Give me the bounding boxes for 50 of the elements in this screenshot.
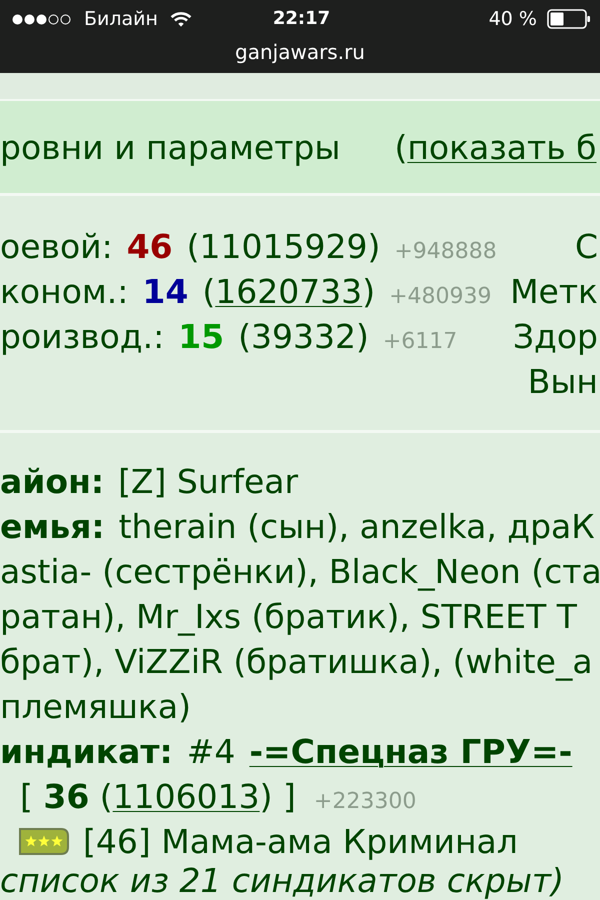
family-text: therain (сын), anzelka, драК [118, 506, 595, 548]
stat-total[interactable]: 1620733 [215, 269, 362, 314]
stat-label: коном.: [0, 271, 128, 313]
section-title: ровни и параметры [0, 128, 340, 166]
paren-text: ( [186, 226, 200, 268]
column-label: С [574, 226, 598, 268]
battery-percent: 40 % [488, 8, 537, 30]
hidden-list-note: список из 21 синдикатов скрыт) [0, 864, 565, 898]
show-link[interactable]: показать б [407, 128, 597, 166]
family-text: племяшка) [0, 686, 191, 728]
stat-level: 15 [178, 316, 224, 358]
district-value: [Z] Surfear [118, 461, 298, 503]
syndicate-score: [ 36 ( [20, 776, 113, 818]
syndicate-label: индикат: [0, 731, 173, 773]
signal-strength-icon [12, 14, 72, 24]
clock-time: 22:17 [272, 8, 330, 30]
syndicate-number: #4 [186, 731, 236, 773]
district-label: айон: [0, 461, 104, 503]
open-paren: ( [394, 128, 408, 166]
url-address[interactable]: ganjawars.ru [235, 41, 365, 63]
paren-text: ) [356, 316, 369, 358]
battery-icon [547, 9, 591, 29]
column-label: Метк [510, 271, 598, 313]
paren-text: ) [367, 226, 380, 268]
family-label: емья: [0, 506, 105, 548]
member-name: [46] Мама-ама Криминал [83, 821, 518, 863]
syndicate-total-link[interactable]: 1106013 [112, 774, 260, 819]
paren-text: ) [362, 271, 376, 313]
stat-level: 14 [142, 271, 188, 313]
stat-level: 46 [126, 226, 173, 268]
family-text: брат), ViZZiR (братишка), (white_a [0, 641, 593, 683]
syndicate-link[interactable]: -=Спецназ ГРУ=- [249, 729, 572, 774]
paren-text: ( [238, 316, 252, 358]
column-label: Вын [528, 361, 598, 403]
stat-increment: +948888 [394, 238, 497, 266]
wifi-icon [170, 11, 192, 27]
stat-label: оевой: [0, 226, 113, 268]
carrier-name: Билайн [84, 8, 158, 30]
stat-total: 39332 [251, 316, 356, 358]
stars-badge-icon [19, 828, 69, 855]
family-text: ратан), Mr_Ixs (братик), STREET T [0, 596, 577, 638]
family-text: astia- (сестрёнки), Black_Neon (ста [0, 551, 600, 593]
column-label: Здор [512, 316, 598, 358]
syndicate-score-end: ) ] [260, 776, 296, 818]
stat-increment: +480939 [389, 283, 492, 311]
stat-total: 11015929 [200, 226, 368, 268]
syndicate-increment: +223300 [314, 788, 416, 816]
stat-increment: +6117 [382, 328, 458, 356]
paren-text: ( [202, 271, 216, 313]
stat-label: роизвод.: [0, 316, 164, 358]
